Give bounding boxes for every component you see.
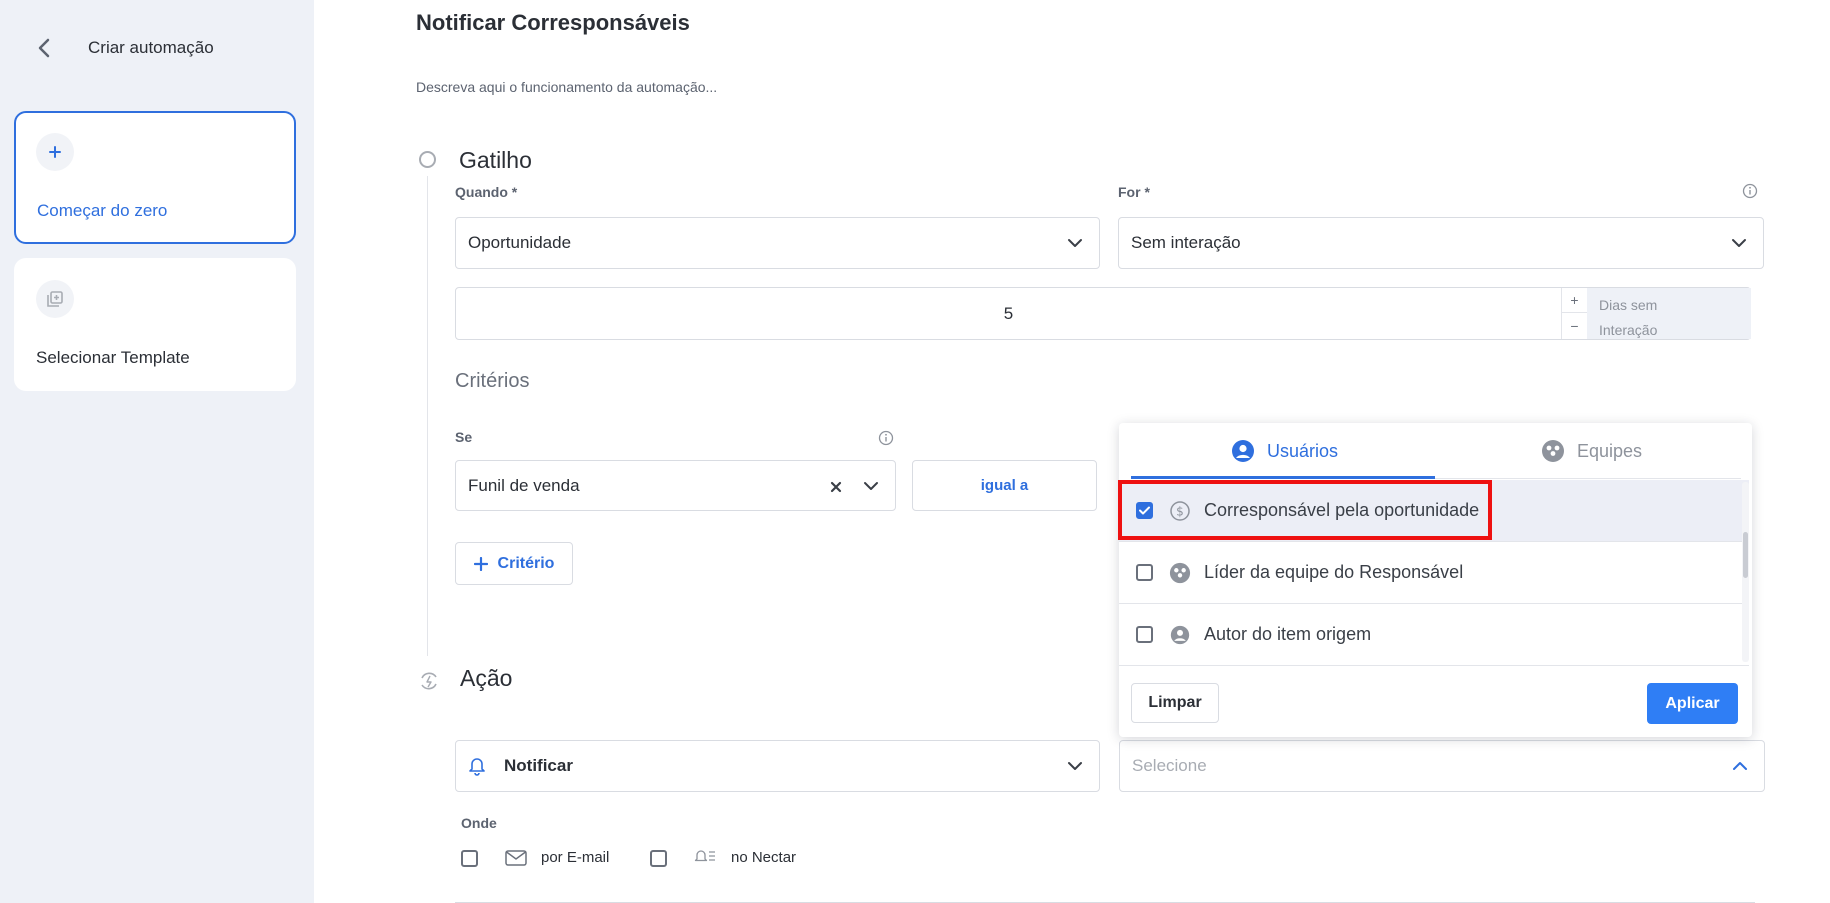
clear-button[interactable]: Limpar <box>1131 683 1219 723</box>
unit-line-1: Dias sem <box>1599 297 1658 313</box>
add-criteria-label: Critério <box>497 554 555 572</box>
lider-checkbox[interactable] <box>1136 564 1153 581</box>
operator-button[interactable]: igual a <box>912 460 1097 511</box>
chevron-down-icon <box>1732 239 1746 247</box>
nectar-checkbox[interactable] <box>650 850 667 867</box>
list-item-autor[interactable]: Autor do item origem <box>1119 604 1749 666</box>
quando-value: Oportunidade <box>468 233 572 252</box>
for-value: Sem interação <box>1131 233 1241 252</box>
email-checkbox[interactable] <box>461 850 478 867</box>
add-criteria-button[interactable]: Critério <box>455 542 573 585</box>
team-icon <box>1542 440 1564 462</box>
for-select[interactable]: Sem interação <box>1118 217 1764 269</box>
sidebar-header: Criar automação <box>30 34 214 62</box>
trigger-title: Gatilho <box>459 147 532 173</box>
recipients-select[interactable]: Selecione <box>1119 740 1765 792</box>
dollar-circle-icon: $ <box>1169 500 1191 522</box>
apply-button[interactable]: Aplicar <box>1647 683 1738 724</box>
bell-list-icon <box>694 850 715 862</box>
sidebar: Criar automação Começar do zero Selecion… <box>0 0 314 903</box>
automation-description[interactable]: Descreva aqui o funcionamento da automaç… <box>416 79 717 95</box>
unit-line-2: Interação <box>1599 322 1658 338</box>
step-connector-line <box>427 176 428 656</box>
active-tab-indicator <box>1131 476 1435 479</box>
onde-label: Onde <box>461 815 497 831</box>
check-icon <box>1139 506 1150 515</box>
start-from-scratch-label: Começar do zero <box>37 201 168 220</box>
autor-label: Autor do item origem <box>1204 624 1372 644</box>
action-type-select[interactable]: Notificar <box>455 740 1100 792</box>
action-type-value: Notificar <box>504 756 573 775</box>
list-item-lider[interactable]: Líder da equipe do Responsável <box>1119 542 1749 604</box>
increment-button[interactable]: + <box>1562 288 1587 313</box>
sidebar-title: Criar automação <box>88 38 214 57</box>
automation-title[interactable]: Notificar Corresponsáveis <box>416 10 690 36</box>
bell-icon <box>469 758 485 776</box>
tab-usuarios[interactable]: Usuários <box>1231 439 1338 463</box>
action-step-icon <box>421 672 437 690</box>
se-label: Se <box>455 429 473 445</box>
select-template-label: Selecionar Template <box>36 348 190 367</box>
nectar-option-label: no Nectar <box>731 849 797 866</box>
se-select[interactable]: Funil de venda <box>455 460 896 511</box>
plus-icon <box>473 556 488 571</box>
user-circle-icon <box>1232 440 1254 462</box>
mail-icon <box>505 850 527 866</box>
corresponsavel-checkbox[interactable] <box>1136 502 1153 519</box>
plus-icon <box>36 133 74 171</box>
corresponsavel-label: Corresponsável pela oportunidade <box>1204 500 1480 520</box>
trigger-step-dot <box>419 151 436 168</box>
recipients-placeholder: Selecione <box>1132 756 1207 775</box>
list-item-corresponsavel[interactable]: $ Corresponsável pela oportunidade <box>1119 480 1749 542</box>
quando-select[interactable]: Oportunidade <box>455 217 1100 269</box>
chevron-down-icon <box>1068 239 1082 247</box>
tab-equipes-label: Equipes <box>1577 440 1643 461</box>
back-button[interactable] <box>30 34 58 62</box>
criteria-title: Critérios <box>455 370 530 392</box>
dropdown-scrollbar-thumb[interactable] <box>1743 532 1748 578</box>
chevron-down-icon <box>1068 762 1082 770</box>
autor-checkbox[interactable] <box>1136 626 1153 643</box>
tab-usuarios-label: Usuários <box>1267 440 1339 461</box>
dropdown-tabs: Usuários Equipes <box>1131 423 1741 479</box>
chevron-left-icon <box>38 38 50 58</box>
template-icon <box>36 280 74 318</box>
quando-label: Quando * <box>455 184 518 200</box>
decrement-button[interactable]: − <box>1562 313 1587 338</box>
start-from-scratch-card[interactable]: Começar do zero <box>14 111 296 244</box>
info-icon[interactable] <box>878 430 894 446</box>
chevron-down-icon <box>864 482 878 490</box>
clear-icon[interactable] <box>830 481 842 493</box>
days-unit: Dias sem Interação <box>1587 288 1751 339</box>
chevron-up-icon <box>1733 762 1747 770</box>
svg-text:$: $ <box>1176 504 1184 518</box>
user-circle-icon <box>1169 624 1191 646</box>
action-title: Ação <box>460 665 513 691</box>
email-option-label: por E-mail <box>541 849 610 866</box>
se-value: Funil de venda <box>468 475 580 495</box>
lider-label: Líder da equipe do Responsável <box>1204 562 1464 582</box>
info-icon[interactable] <box>1742 183 1758 199</box>
select-template-card[interactable]: Selecionar Template <box>14 258 296 391</box>
tab-equipes[interactable]: Equipes <box>1541 439 1642 463</box>
for-label: For * <box>1118 184 1150 200</box>
days-input[interactable]: 5 + − Dias sem Interação <box>455 287 1751 340</box>
days-value[interactable]: 5 <box>456 304 1561 324</box>
team-icon <box>1169 562 1191 584</box>
days-stepper[interactable]: + − <box>1561 288 1587 339</box>
